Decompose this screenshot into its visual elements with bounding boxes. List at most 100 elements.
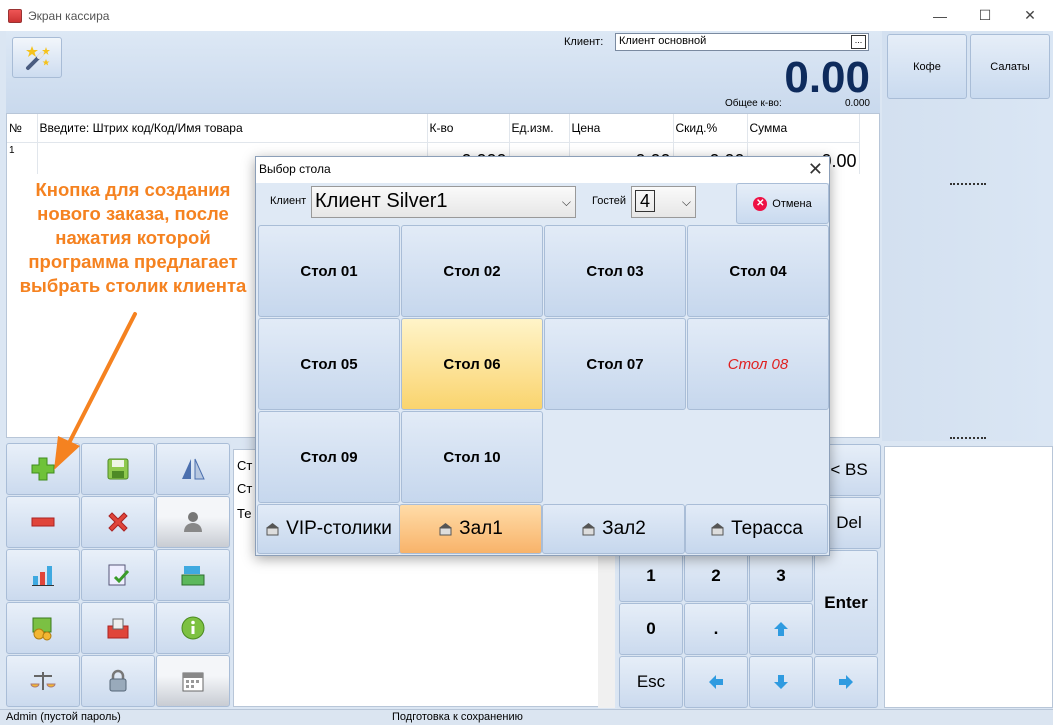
cash-register-button[interactable] — [156, 549, 230, 601]
annotation-line: выбрать столик клиента — [19, 275, 247, 296]
payment-button[interactable] — [6, 602, 80, 654]
table-selection-dialog: Выбор стола ✕ Клиент Клиент Silver1 ⌵ Го… — [255, 156, 830, 556]
delete-order-button[interactable] — [81, 496, 155, 548]
key-left[interactable] — [684, 656, 748, 708]
product-list-panel[interactable] — [884, 446, 1053, 708]
status-bar: Admin (пустой пароль) Подготовка к сохра… — [0, 709, 1053, 725]
splitter-grip[interactable] — [950, 183, 986, 186]
title-bar: Экран кассира — ☐ ✕ — [0, 0, 1053, 31]
table-07-button[interactable]: Стол 07 — [544, 318, 686, 410]
arrow-down-icon — [774, 675, 788, 689]
table-01-button[interactable]: Стол 01 — [258, 225, 400, 317]
category-coffee-button[interactable]: Кофе — [887, 34, 967, 99]
magic-wand-button[interactable] — [12, 37, 62, 78]
split-order-button[interactable] — [156, 443, 230, 495]
hall-1-tab[interactable]: Зал1 — [399, 504, 542, 554]
table-03-button[interactable]: Стол 03 — [544, 225, 686, 317]
col-name[interactable]: Введите: Штрих код/Код/Имя товара — [37, 114, 428, 143]
col-num[interactable]: № — [7, 114, 38, 143]
hall-vip-tab[interactable]: VIP-столики — [257, 504, 400, 554]
cashier-window: Экран кассира — ☐ ✕ Клиент: Клиент основ… — [0, 0, 1053, 725]
minus-icon — [31, 517, 55, 527]
reports-button[interactable] — [6, 549, 80, 601]
col-unit[interactable]: Ед.изм. — [509, 114, 570, 143]
table-06-button[interactable]: Стол 06 — [401, 318, 543, 410]
arrow-up-icon — [774, 622, 788, 636]
key-up[interactable] — [749, 603, 813, 655]
cash-register-icon — [181, 566, 205, 586]
key-2[interactable]: 2 — [684, 550, 748, 602]
scales-icon — [30, 672, 56, 690]
app-icon — [8, 8, 22, 23]
key-escape[interactable]: Esc — [619, 656, 683, 708]
action-buttons-panel — [6, 441, 231, 709]
scales-button[interactable] — [6, 655, 80, 707]
status-message: Подготовка к сохранению — [392, 711, 523, 723]
key-right[interactable] — [814, 656, 878, 708]
dialog-title: Выбор стола — [256, 157, 829, 183]
info-line: Ст — [237, 481, 253, 496]
guests-value: 4 — [635, 190, 656, 212]
table-04-button[interactable]: Стол 04 — [687, 225, 829, 317]
client-field[interactable]: Клиент основной ... — [615, 33, 869, 51]
info-icon — [181, 616, 205, 640]
col-price[interactable]: Цена — [569, 114, 674, 143]
maximize-button[interactable]: ☐ — [962, 0, 1008, 31]
key-1[interactable]: 1 — [619, 550, 683, 602]
lock-icon — [109, 669, 127, 692]
category-salads-button[interactable]: Салаты — [970, 34, 1050, 99]
annotation-line: нажатия которой — [55, 227, 211, 248]
client-label: Клиент: — [564, 36, 604, 48]
table-02-button[interactable]: Стол 02 — [401, 225, 543, 317]
dialog-close-button[interactable]: ✕ — [808, 159, 823, 180]
cancel-label: Отмена — [772, 197, 812, 210]
hall-icon — [266, 523, 280, 536]
dialog-client-value: Клиент Silver1 — [315, 190, 448, 212]
dialog-client-select[interactable]: Клиент Silver1 ⌵ — [311, 186, 576, 218]
table-08-button[interactable]: Стол 08 — [687, 318, 829, 410]
table-05-button[interactable]: Стол 05 — [258, 318, 400, 410]
close-button[interactable]: ✕ — [1007, 0, 1053, 31]
col-qty[interactable]: К-во — [427, 114, 510, 143]
cancel-button[interactable]: ✕ Отмена — [736, 183, 829, 224]
guests-select[interactable]: 4 ⌵ — [631, 186, 696, 218]
table-09-button[interactable]: Стол 09 — [258, 411, 400, 503]
key-0[interactable]: 0 — [619, 603, 683, 655]
dialog-client-label: Клиент — [270, 195, 307, 207]
checklist-button[interactable] — [81, 549, 155, 601]
hall-label: Зал2 — [602, 518, 646, 539]
hall-icon — [711, 523, 725, 536]
lock-button[interactable] — [81, 655, 155, 707]
table-10-button[interactable]: Стол 10 — [401, 411, 543, 503]
remove-item-button[interactable] — [6, 496, 80, 548]
hall-2-tab[interactable]: Зал2 — [542, 504, 685, 554]
magic-wand-icon — [26, 45, 50, 70]
key-down[interactable] — [749, 656, 813, 708]
order-total: 0.00 — [784, 53, 870, 102]
calendar-button[interactable] — [156, 655, 230, 707]
info-line: Те — [237, 506, 252, 521]
card-reader-button[interactable] — [81, 602, 155, 654]
hall-terrace-tab[interactable]: Терасса — [685, 504, 828, 554]
tutorial-annotation: Кнопка для создания нового заказа, после… — [8, 178, 258, 298]
col-sum[interactable]: Сумма — [747, 114, 860, 143]
hall-icon — [582, 523, 596, 536]
split-icon — [182, 458, 205, 480]
red-x-icon — [108, 512, 128, 532]
client-select-button[interactable]: ... — [851, 35, 866, 49]
annotation-arrow — [54, 312, 137, 470]
key-enter[interactable]: Enter — [814, 550, 878, 655]
key-dot[interactable]: . — [684, 603, 748, 655]
minimize-button[interactable]: — — [917, 0, 963, 31]
category-panel: Кофе Салаты — [882, 31, 1053, 441]
splitter-grip[interactable] — [950, 437, 986, 440]
info-line: Ст — [237, 458, 253, 473]
key-3[interactable]: 3 — [749, 550, 813, 602]
status-user: Admin (пустой пароль) — [6, 711, 121, 723]
top-panel: Клиент: Клиент основной ... 0.00 Общее к… — [6, 31, 880, 113]
col-discount[interactable]: Скид.% — [673, 114, 748, 143]
info-scrollbar[interactable] — [598, 556, 615, 708]
waiter-button[interactable] — [156, 496, 230, 548]
info-button[interactable] — [156, 602, 230, 654]
credit-card-icon — [107, 618, 129, 639]
